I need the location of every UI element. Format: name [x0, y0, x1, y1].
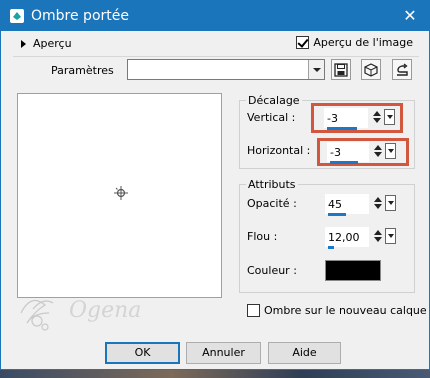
reset-icon [397, 62, 408, 76]
spin-up-icon[interactable] [374, 145, 382, 150]
opacity-spin-buttons[interactable] [373, 196, 383, 211]
horizontal-spinbox[interactable]: -3 [327, 142, 401, 164]
drop-shadow-dialog: Ombre portée ✕ Aperçu Aperçu de l'image … [0, 0, 430, 370]
attributes-group-title: Attributs [246, 178, 298, 191]
save-preset-button[interactable] [331, 59, 351, 80]
spin-down-icon[interactable] [374, 237, 382, 242]
resource-manager-button[interactable] [361, 59, 381, 80]
preview-canvas[interactable] [17, 93, 222, 298]
title-bar: Ombre portée ✕ [1, 1, 429, 31]
expand-triangle-icon [21, 39, 26, 48]
cancel-button[interactable]: Annuler [186, 342, 261, 364]
help-button[interactable]: Aide [268, 342, 341, 364]
horizontal-slider-popup-button[interactable] [385, 143, 396, 159]
vertical-slider-bar[interactable] [327, 127, 357, 130]
params-dropdown[interactable] [127, 59, 325, 80]
params-label: Paramètres [51, 64, 114, 77]
blur-spinbox[interactable]: 12,00 [325, 227, 399, 249]
opacity-label: Opacité : [247, 197, 297, 210]
vertical-spinbox[interactable]: -3 [324, 108, 398, 130]
window-title: Ombre portée [31, 8, 129, 24]
opacity-value: 45 [328, 198, 342, 211]
spin-down-icon[interactable] [374, 152, 382, 157]
vertical-spin-buttons[interactable] [372, 110, 382, 125]
reset-button[interactable] [392, 59, 412, 80]
shadow-new-layer-label: Ombre sur le nouveau calque [264, 304, 427, 317]
cube-icon [364, 62, 378, 77]
apercu-toggle[interactable]: Aperçu [21, 37, 72, 50]
horizontal-slider-bar[interactable] [330, 161, 358, 164]
blur-label: Flou : [247, 230, 278, 243]
vertical-slider-popup-button[interactable] [384, 109, 395, 125]
spin-down-icon[interactable] [374, 204, 382, 209]
watermark-text: Ogena [69, 298, 141, 323]
ok-button[interactable]: OK [105, 342, 180, 364]
preview-image-checkbox-row[interactable]: Aperçu de l'image [296, 36, 413, 49]
horizontal-spin-buttons[interactable] [373, 144, 383, 159]
spin-down-icon[interactable] [373, 118, 381, 123]
blur-slider-bar[interactable] [328, 246, 334, 249]
opacity-spinbox[interactable]: 45 [325, 194, 399, 216]
color-label: Couleur : [247, 264, 297, 277]
spin-up-icon[interactable] [374, 230, 382, 235]
app-icon [10, 9, 24, 23]
blur-value: 12,00 [328, 231, 360, 244]
vertical-label: Vertical : [247, 111, 296, 124]
preview-toolbar: Aperçu Aperçu de l'image [21, 36, 421, 54]
spin-up-icon[interactable] [373, 111, 381, 116]
blur-spin-buttons[interactable] [373, 229, 383, 244]
horizontal-input[interactable]: -3 [327, 142, 369, 162]
opacity-input[interactable]: 45 [325, 194, 369, 214]
opacity-slider-popup-button[interactable] [385, 195, 396, 211]
shadow-new-layer-option[interactable]: Ombre sur le nouveau calque [247, 304, 427, 317]
preview-image-checkbox[interactable] [296, 36, 310, 49]
color-swatch[interactable] [325, 260, 381, 281]
divider [13, 56, 419, 57]
chevron-down-icon[interactable] [308, 60, 324, 79]
offset-group-title: Décalage [246, 94, 302, 107]
opacity-slider-bar[interactable] [328, 213, 346, 216]
close-icon[interactable]: ✕ [401, 7, 419, 25]
crosshair-icon [114, 186, 128, 200]
floppy-disk-icon [334, 62, 348, 77]
blur-slider-popup-button[interactable] [385, 228, 396, 244]
desktop-background-bottom [0, 370, 430, 378]
blur-input[interactable]: 12,00 [325, 227, 369, 247]
preview-image-label: Aperçu de l'image [313, 36, 413, 49]
horizontal-value: -3 [330, 146, 341, 159]
spin-up-icon[interactable] [374, 197, 382, 202]
vertical-input[interactable]: -3 [324, 108, 368, 128]
apercu-label: Aperçu [33, 37, 72, 50]
watermark-logo: Ogena [20, 298, 141, 331]
vertical-value: -3 [327, 112, 338, 125]
shadow-new-layer-checkbox[interactable] [247, 304, 260, 317]
horizontal-label: Horizontal : [247, 144, 311, 157]
